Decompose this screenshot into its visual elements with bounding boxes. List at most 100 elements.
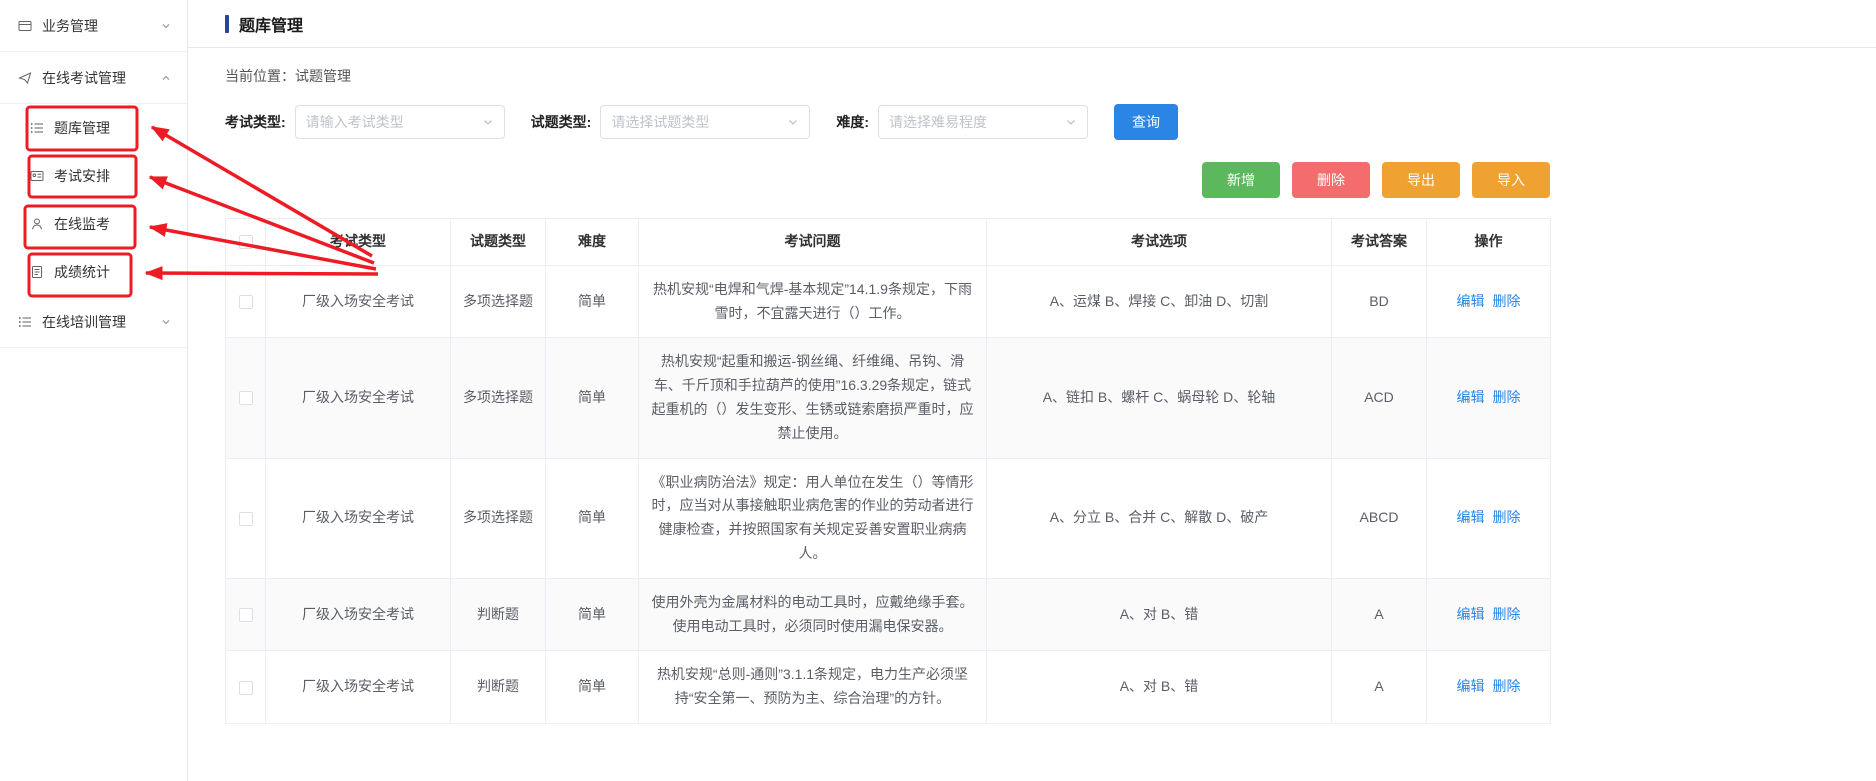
delete-link[interactable]: 删除 [1493, 678, 1521, 694]
list-icon [18, 315, 32, 329]
question-type-placeholder: 请选择试题类型 [611, 112, 709, 132]
header-exam-type: 考试类型 [266, 219, 451, 266]
row-checkbox[interactable] [239, 512, 253, 526]
edit-link[interactable]: 编辑 [1457, 389, 1485, 405]
page-title: 题库管理 [239, 12, 303, 36]
sidebar-item-online-training-management[interactable]: 在线培训管理 [0, 296, 187, 348]
search-button[interactable]: 查询 [1114, 104, 1178, 140]
cell-question-type: 判断题 [451, 651, 546, 724]
difficulty-label: 难度: [836, 112, 869, 132]
cell-difficulty: 简单 [546, 458, 639, 578]
edit-link[interactable]: 编辑 [1457, 606, 1485, 622]
row-checkbox[interactable] [239, 608, 253, 622]
header-checkbox-cell [226, 219, 266, 266]
cell-operations: 编辑删除 [1427, 651, 1551, 724]
question-type-label: 试题类型: [531, 112, 592, 132]
header-options: 考试选项 [987, 219, 1332, 266]
checkbox-cell [226, 651, 266, 724]
sidebar-item-exam-schedule[interactable]: 考试安排 [0, 152, 187, 200]
table-row: 厂级入场安全考试 判断题 简单 使用外壳为金属材料的电动工具时，应戴绝缘手套。使… [226, 578, 1551, 651]
table-row: 厂级入场安全考试 判断题 简单 热机安规“总则-通则”3.1.1条规定，电力生产… [226, 651, 1551, 724]
add-button[interactable]: 新增 [1202, 162, 1280, 198]
cell-answer: A [1332, 578, 1427, 651]
cell-question: 使用外壳为金属材料的电动工具时，应戴绝缘手套。使用电动工具时，必须同时使用漏电保… [639, 578, 987, 651]
checkbox-cell [226, 265, 266, 338]
page-header: 题库管理 [188, 0, 1876, 48]
cell-question-type: 多项选择题 [451, 458, 546, 578]
select-all-checkbox[interactable] [239, 235, 253, 249]
exam-type-placeholder: 请输入考试类型 [306, 112, 404, 132]
user-icon [30, 217, 44, 231]
breadcrumb-prefix: 当前位置： [225, 68, 295, 84]
edit-link[interactable]: 编辑 [1457, 509, 1485, 525]
sidebar-item-label: 成绩统计 [54, 262, 171, 282]
cell-exam-type: 厂级入场安全考试 [266, 578, 451, 651]
cell-question: 《职业病防治法》规定：用人单位在发生（）等情形时，应当对从事接触职业病危害的作业… [639, 458, 987, 578]
header-question: 考试问题 [639, 219, 987, 266]
table-header: 考试类型 试题类型 难度 考试问题 考试选项 考试答案 操作 [226, 219, 1551, 266]
sidebar-item-online-exam-management[interactable]: 在线考试管理 [0, 52, 187, 104]
checkbox-cell [226, 578, 266, 651]
difficulty-placeholder: 请选择难易程度 [889, 112, 987, 132]
edit-link[interactable]: 编辑 [1457, 678, 1485, 694]
delete-link[interactable]: 删除 [1493, 389, 1521, 405]
cell-exam-type: 厂级入场安全考试 [266, 265, 451, 338]
chevron-down-icon [161, 21, 171, 31]
main-content: 题库管理 当前位置：试题管理 考试类型: 请输入考试类型 试题类型: [188, 0, 1876, 781]
chevron-up-icon [161, 73, 171, 83]
sidebar-item-label: 在线监考 [54, 214, 171, 234]
action-bar: 新增 删除 导出 导入 [225, 162, 1550, 198]
exam-type-label: 考试类型: [225, 112, 286, 132]
cell-exam-type: 厂级入场安全考试 [266, 651, 451, 724]
cell-difficulty: 简单 [546, 338, 639, 458]
chevron-down-icon [161, 317, 171, 327]
question-type-select[interactable]: 请选择试题类型 [600, 105, 810, 139]
sidebar-item-score-statistics[interactable]: 成绩统计 [0, 248, 187, 296]
cell-question-type: 判断题 [451, 578, 546, 651]
delete-link[interactable]: 删除 [1493, 606, 1521, 622]
import-button[interactable]: 导入 [1472, 162, 1550, 198]
exam-type-select[interactable]: 请输入考试类型 [295, 105, 505, 139]
difficulty-select[interactable]: 请选择难易程度 [878, 105, 1088, 139]
cell-operations: 编辑删除 [1427, 458, 1551, 578]
cell-exam-type: 厂级入场安全考试 [266, 338, 451, 458]
card-icon [18, 19, 32, 33]
sidebar-item-question-bank[interactable]: 题库管理 [0, 104, 187, 152]
cell-question: 热机安规“总则-通则”3.1.1条规定，电力生产必须坚持“安全第一、预防为主、综… [639, 651, 987, 724]
table-row: 厂级入场安全考试 多项选择题 简单 热机安规“电焊和气焊-基本规定”14.1.9… [226, 265, 1551, 338]
header-difficulty: 难度 [546, 219, 639, 266]
edit-link[interactable]: 编辑 [1457, 293, 1485, 309]
export-button[interactable]: 导出 [1382, 162, 1460, 198]
sidebar-item-online-proctoring[interactable]: 在线监考 [0, 200, 187, 248]
sidebar-item-label: 在线培训管理 [42, 312, 161, 332]
row-checkbox[interactable] [239, 295, 253, 309]
filter-exam-type: 考试类型: 请输入考试类型 [225, 105, 505, 139]
delete-button[interactable]: 删除 [1292, 162, 1370, 198]
filter-question-type: 试题类型: 请选择试题类型 [531, 105, 811, 139]
question-table: 考试类型 试题类型 难度 考试问题 考试选项 考试答案 操作 厂级入场安全考试 … [225, 218, 1551, 724]
cell-question-type: 多项选择题 [451, 265, 546, 338]
delete-link[interactable]: 删除 [1493, 293, 1521, 309]
table-row: 厂级入场安全考试 多项选择题 简单 《职业病防治法》规定：用人单位在发生（）等情… [226, 458, 1551, 578]
chevron-down-icon [482, 116, 494, 128]
cell-answer: A [1332, 651, 1427, 724]
row-checkbox[interactable] [239, 681, 253, 695]
sidebar-item-label: 题库管理 [54, 118, 171, 138]
title-accent-bar [225, 15, 229, 33]
cell-question: 热机安规“电焊和气焊-基本规定”14.1.9条规定，下雨雪时，不宜露天进行（）工… [639, 265, 987, 338]
cell-exam-type: 厂级入场安全考试 [266, 458, 451, 578]
cell-operations: 编辑删除 [1427, 578, 1551, 651]
filter-bar: 考试类型: 请输入考试类型 试题类型: 请选择试题类型 [225, 104, 1550, 140]
table-row: 厂级入场安全考试 多项选择题 简单 热机安规“起重和搬运-钢丝绳、纤维绳、吊钩、… [226, 338, 1551, 458]
sidebar-item-business-management[interactable]: 业务管理 [0, 0, 187, 52]
delete-link[interactable]: 删除 [1493, 509, 1521, 525]
cell-question-type: 多项选择题 [451, 338, 546, 458]
cell-difficulty: 简单 [546, 651, 639, 724]
list-icon [30, 121, 44, 135]
sidebar-item-label: 业务管理 [42, 16, 161, 36]
page-content: 当前位置：试题管理 考试类型: 请输入考试类型 试题类型: 请选择试题类型 [188, 66, 1550, 724]
row-checkbox[interactable] [239, 391, 253, 405]
chevron-down-icon [1065, 116, 1077, 128]
cell-difficulty: 简单 [546, 578, 639, 651]
checkbox-cell [226, 338, 266, 458]
